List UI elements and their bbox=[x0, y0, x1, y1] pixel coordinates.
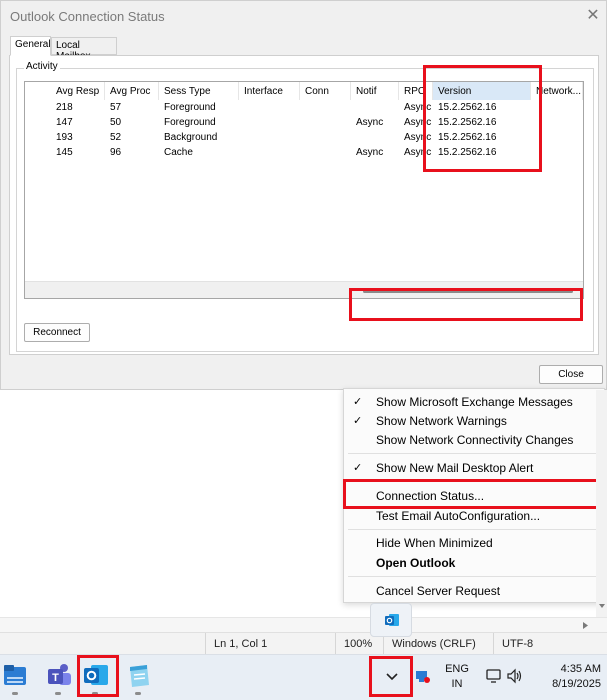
cell-avg-resp: 218 bbox=[56, 102, 73, 113]
cell-version: 15.2.2562.16 bbox=[438, 147, 497, 158]
menu-item-label: Show Microsoft Exchange Messages bbox=[376, 395, 573, 409]
cell-avg-proc: 50 bbox=[110, 117, 122, 128]
close-button[interactable]: Close bbox=[539, 365, 603, 384]
column-header-network[interactable]: Network... bbox=[531, 82, 583, 100]
menu-item-label: Open Outlook bbox=[376, 556, 456, 570]
menu-item-label: Connection Status... bbox=[376, 489, 485, 503]
cell-rpc: Async bbox=[404, 147, 432, 158]
running-indicator bbox=[12, 692, 18, 695]
column-header-conn[interactable]: Conn bbox=[300, 82, 351, 100]
cell-sess-type: Cache bbox=[164, 147, 193, 158]
menu-separator bbox=[348, 529, 600, 530]
menu-item-hide-when-minimized[interactable]: Hide When Minimized bbox=[344, 533, 604, 553]
cell-rpc: Async bbox=[404, 132, 432, 143]
svg-text:T: T bbox=[52, 672, 59, 684]
menu-item-show-exchange-messages[interactable]: ✓ Show Microsoft Exchange Messages bbox=[344, 392, 604, 412]
cell-notif bbox=[351, 102, 399, 116]
menu-item-show-connectivity-changes[interactable]: Show Network Connectivity Changes bbox=[344, 430, 604, 450]
cell-version: 15.2.2562.16 bbox=[438, 117, 497, 128]
cell-avg-resp: 193 bbox=[56, 132, 73, 143]
close-icon[interactable]: ✕ bbox=[585, 5, 601, 24]
language-indicator-top[interactable]: ENG bbox=[441, 663, 473, 675]
checkmark-icon: ✓ bbox=[353, 462, 363, 474]
checkmark-icon: ✓ bbox=[353, 415, 363, 427]
cell-notif bbox=[351, 132, 399, 146]
scrollbar-thumb[interactable] bbox=[363, 290, 573, 293]
cell-avg-resp: 145 bbox=[56, 147, 73, 158]
cell-version: 15.2.2562.16 bbox=[438, 132, 497, 143]
cell-avg-proc: 52 bbox=[110, 132, 122, 143]
column-header-rpc[interactable]: RPC bbox=[399, 82, 433, 100]
cell-sess-type: Background bbox=[164, 132, 218, 143]
activity-list[interactable]: Avg Resp Avg Proc Sess Type Interface Co… bbox=[24, 81, 584, 299]
taskbar: T ENG IN 4:35 AM 8/19/2025 bbox=[0, 654, 607, 700]
vertical-scrollbar[interactable] bbox=[596, 390, 607, 618]
show-hidden-icons-button[interactable] bbox=[372, 659, 412, 695]
notepad-icon[interactable] bbox=[125, 661, 153, 689]
running-indicator bbox=[55, 692, 61, 695]
cell-version: 15.2.2562.16 bbox=[438, 102, 497, 113]
file-explorer-icon[interactable] bbox=[2, 661, 30, 689]
cell-avg-proc: 57 bbox=[110, 102, 122, 113]
menu-separator bbox=[348, 453, 600, 454]
column-header-sess-type[interactable]: Sess Type bbox=[159, 82, 239, 100]
menu-item-show-new-mail-alert[interactable]: ✓ Show New Mail Desktop Alert bbox=[344, 458, 604, 478]
cell-rpc: Async bbox=[404, 117, 432, 128]
column-header-avg-proc[interactable]: Avg Proc bbox=[105, 82, 159, 100]
cell-notif: Async bbox=[356, 117, 384, 128]
monitor-icon[interactable] bbox=[485, 667, 503, 685]
cell-rpc: Async bbox=[404, 102, 432, 113]
encoding[interactable]: UTF-8 bbox=[493, 633, 593, 655]
network-status-icon[interactable] bbox=[414, 668, 432, 686]
tab-general[interactable]: General bbox=[10, 36, 51, 56]
tray-overflow-flyout bbox=[370, 603, 412, 637]
outlook-icon[interactable] bbox=[82, 661, 110, 689]
running-indicator bbox=[135, 692, 141, 695]
cell-notif: Async bbox=[356, 147, 384, 158]
menu-item-label: Show Network Connectivity Changes bbox=[376, 433, 574, 447]
running-indicator bbox=[92, 692, 98, 695]
scroll-right-arrow-icon bbox=[583, 622, 588, 629]
menu-item-label: Hide When Minimized bbox=[376, 536, 493, 550]
outlook-tray-context-menu: ✓ Show Microsoft Exchange Messages ✓ Sho… bbox=[343, 388, 605, 603]
cell-sess-type: Foreground bbox=[164, 117, 216, 128]
menu-item-label: Show New Mail Desktop Alert bbox=[376, 461, 534, 475]
clock-time[interactable]: 4:35 AM bbox=[545, 663, 601, 675]
menu-item-test-autoconfiguration[interactable]: Test Email AutoConfiguration... bbox=[344, 506, 604, 526]
tab-local-mailbox[interactable]: Local Mailbox bbox=[51, 37, 117, 62]
horizontal-scrollbar-bottom[interactable] bbox=[0, 617, 607, 632]
menu-item-open-outlook[interactable]: Open Outlook bbox=[344, 553, 604, 573]
clock-date[interactable]: 8/19/2025 bbox=[535, 678, 601, 690]
connection-status-dialog: Outlook Connection Status ✕ General Loca… bbox=[0, 0, 607, 390]
menu-item-cancel-server-request[interactable]: Cancel Server Request bbox=[344, 581, 604, 601]
column-header-avg-resp[interactable]: Avg Resp bbox=[51, 82, 105, 100]
teams-icon[interactable]: T bbox=[45, 661, 73, 689]
volume-icon[interactable] bbox=[506, 667, 524, 685]
column-header-interface[interactable]: Interface bbox=[239, 82, 300, 100]
scroll-down-arrow-icon bbox=[599, 604, 605, 608]
menu-separator bbox=[348, 576, 600, 577]
horizontal-scrollbar[interactable] bbox=[25, 281, 583, 298]
cell-avg-proc: 96 bbox=[110, 147, 122, 158]
menu-item-label: Cancel Server Request bbox=[376, 584, 501, 598]
dialog-title: Outlook Connection Status bbox=[10, 9, 165, 24]
checkmark-icon: ✓ bbox=[353, 396, 363, 408]
menu-item-connection-status[interactable]: Connection Status... bbox=[344, 486, 604, 506]
outlook-tray-icon[interactable] bbox=[384, 612, 400, 628]
language-indicator-bottom[interactable]: IN bbox=[441, 678, 473, 690]
reconnect-button[interactable]: Reconnect bbox=[24, 323, 90, 342]
activity-group-label: Activity bbox=[24, 61, 60, 72]
editor-status-bar: Ln 1, Col 1 100% Windows (CRLF) UTF-8 bbox=[0, 632, 607, 655]
column-header-notif[interactable]: Notif bbox=[351, 82, 399, 100]
menu-separator bbox=[348, 481, 600, 482]
menu-item-show-network-warnings[interactable]: ✓ Show Network Warnings bbox=[344, 411, 604, 431]
cell-avg-resp: 147 bbox=[56, 117, 73, 128]
menu-item-label: Test Email AutoConfiguration... bbox=[376, 509, 541, 523]
column-header-version[interactable]: Version bbox=[433, 82, 531, 100]
menu-item-label: Show Network Warnings bbox=[376, 414, 507, 428]
cell-sess-type: Foreground bbox=[164, 102, 216, 113]
cursor-position: Ln 1, Col 1 bbox=[205, 633, 335, 655]
